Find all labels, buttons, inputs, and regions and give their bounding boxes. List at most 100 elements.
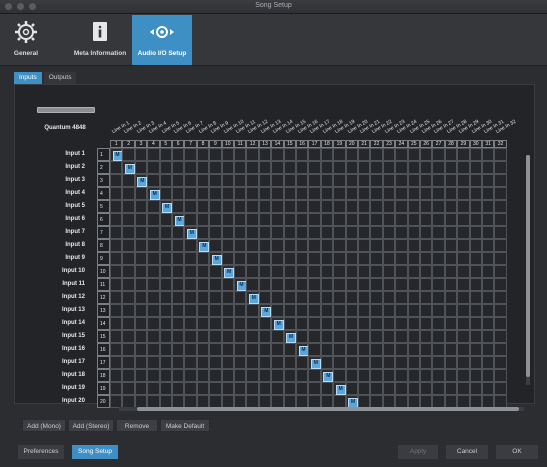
matrix-cell[interactable] <box>122 226 135 239</box>
matrix-cell[interactable] <box>234 317 247 330</box>
add-mono-button[interactable]: Add (Mono) <box>22 419 66 432</box>
matrix-cell[interactable] <box>221 148 234 161</box>
matrix-cell[interactable] <box>382 239 396 252</box>
matrix-cell[interactable] <box>283 304 296 317</box>
matrix-cell[interactable] <box>370 382 383 395</box>
matrix-cell[interactable] <box>345 200 358 213</box>
matrix-cell[interactable] <box>469 356 482 369</box>
matrix-cell[interactable] <box>184 278 197 291</box>
matrix-cell[interactable] <box>283 382 296 395</box>
matrix-cell[interactable] <box>333 356 346 369</box>
assigned-matrix-cell[interactable] <box>110 148 123 161</box>
matrix-cell[interactable] <box>345 252 358 265</box>
matrix-cell[interactable] <box>320 317 334 330</box>
matrix-cell[interactable] <box>407 291 420 304</box>
matrix-cell[interactable] <box>395 200 408 213</box>
matrix-cell[interactable] <box>420 382 433 395</box>
matrix-cell[interactable] <box>283 265 296 278</box>
matrix-cell[interactable] <box>271 161 284 174</box>
matrix-cell[interactable] <box>432 343 445 356</box>
matrix-cell[interactable] <box>184 174 197 187</box>
matrix-cell[interactable] <box>196 291 210 304</box>
matrix-cell[interactable] <box>221 356 234 369</box>
matrix-cell[interactable] <box>420 265 433 278</box>
matrix-cell[interactable] <box>134 343 148 356</box>
matrix-cell[interactable] <box>196 200 210 213</box>
matrix-cell[interactable] <box>134 187 148 200</box>
matrix-cell[interactable] <box>469 291 482 304</box>
matrix-cell[interactable] <box>122 174 135 187</box>
matrix-cell[interactable] <box>407 252 420 265</box>
matrix-cell[interactable] <box>432 356 445 369</box>
matrix-cell[interactable] <box>283 161 296 174</box>
matrix-cell[interactable] <box>308 382 321 395</box>
matrix-cell[interactable] <box>420 343 433 356</box>
matrix-cell[interactable] <box>122 317 135 330</box>
matrix-cell[interactable] <box>246 174 259 187</box>
matrix-cell[interactable] <box>209 330 222 343</box>
matrix-cell[interactable] <box>234 343 247 356</box>
matrix-cell[interactable] <box>147 239 160 252</box>
matrix-cell[interactable] <box>184 330 197 343</box>
matrix-cell[interactable] <box>407 382 420 395</box>
matrix-cell[interactable] <box>147 343 160 356</box>
matrix-cell[interactable] <box>494 356 507 369</box>
matrix-cell[interactable] <box>184 265 197 278</box>
matrix-cell[interactable] <box>469 278 482 291</box>
matrix-cell[interactable] <box>147 330 160 343</box>
matrix-cell[interactable] <box>159 330 172 343</box>
matrix-cell[interactable] <box>271 174 284 187</box>
matrix-cell[interactable] <box>320 148 334 161</box>
matrix-cell[interactable] <box>147 278 160 291</box>
matrix-cell[interactable] <box>482 213 495 226</box>
matrix-cell[interactable] <box>271 213 284 226</box>
matrix-cell[interactable] <box>407 369 420 382</box>
matrix-cell[interactable] <box>370 343 383 356</box>
matrix-cell[interactable] <box>432 382 445 395</box>
matrix-cell[interactable] <box>320 252 334 265</box>
matrix-cell[interactable] <box>382 174 396 187</box>
matrix-cell[interactable] <box>320 382 334 395</box>
matrix-cell[interactable] <box>457 343 470 356</box>
matrix-cell[interactable] <box>444 200 458 213</box>
matrix-cell[interactable] <box>320 200 334 213</box>
matrix-cell[interactable] <box>333 317 346 330</box>
matrix-cell[interactable] <box>308 330 321 343</box>
matrix-cell[interactable] <box>420 278 433 291</box>
matrix-cell[interactable] <box>333 148 346 161</box>
matrix-cell[interactable] <box>246 278 259 291</box>
matrix-cell[interactable] <box>246 369 259 382</box>
matrix-cell[interactable] <box>258 187 272 200</box>
horizontal-scroll-thumb[interactable] <box>137 407 519 411</box>
matrix-cell[interactable] <box>407 343 420 356</box>
horizontal-scrollbar[interactable] <box>119 407 524 411</box>
matrix-cell[interactable] <box>370 304 383 317</box>
matrix-cell[interactable] <box>308 343 321 356</box>
matrix-cell[interactable] <box>482 174 495 187</box>
matrix-cell[interactable] <box>370 265 383 278</box>
matrix-cell[interactable] <box>407 317 420 330</box>
matrix-cell[interactable] <box>221 304 234 317</box>
matrix-cell[interactable] <box>469 213 482 226</box>
matrix-cell[interactable] <box>345 239 358 252</box>
matrix-cell[interactable] <box>395 174 408 187</box>
matrix-cell[interactable] <box>184 291 197 304</box>
matrix-cell[interactable] <box>122 369 135 382</box>
matrix-cell[interactable] <box>395 187 408 200</box>
matrix-cell[interactable] <box>494 200 507 213</box>
matrix-cell[interactable] <box>196 278 210 291</box>
matrix-cell[interactable] <box>234 330 247 343</box>
matrix-cell[interactable] <box>196 330 210 343</box>
matrix-cell[interactable] <box>184 317 197 330</box>
matrix-cell[interactable] <box>271 343 284 356</box>
matrix-cell[interactable] <box>420 304 433 317</box>
matrix-cell[interactable] <box>147 226 160 239</box>
matrix-cell[interactable] <box>110 226 123 239</box>
matrix-cell[interactable] <box>345 291 358 304</box>
matrix-cell[interactable] <box>283 291 296 304</box>
matrix-cell[interactable] <box>134 317 148 330</box>
matrix-cell[interactable] <box>110 200 123 213</box>
matrix-cell[interactable] <box>234 382 247 395</box>
matrix-cell[interactable] <box>296 291 309 304</box>
matrix-cell[interactable] <box>246 317 259 330</box>
